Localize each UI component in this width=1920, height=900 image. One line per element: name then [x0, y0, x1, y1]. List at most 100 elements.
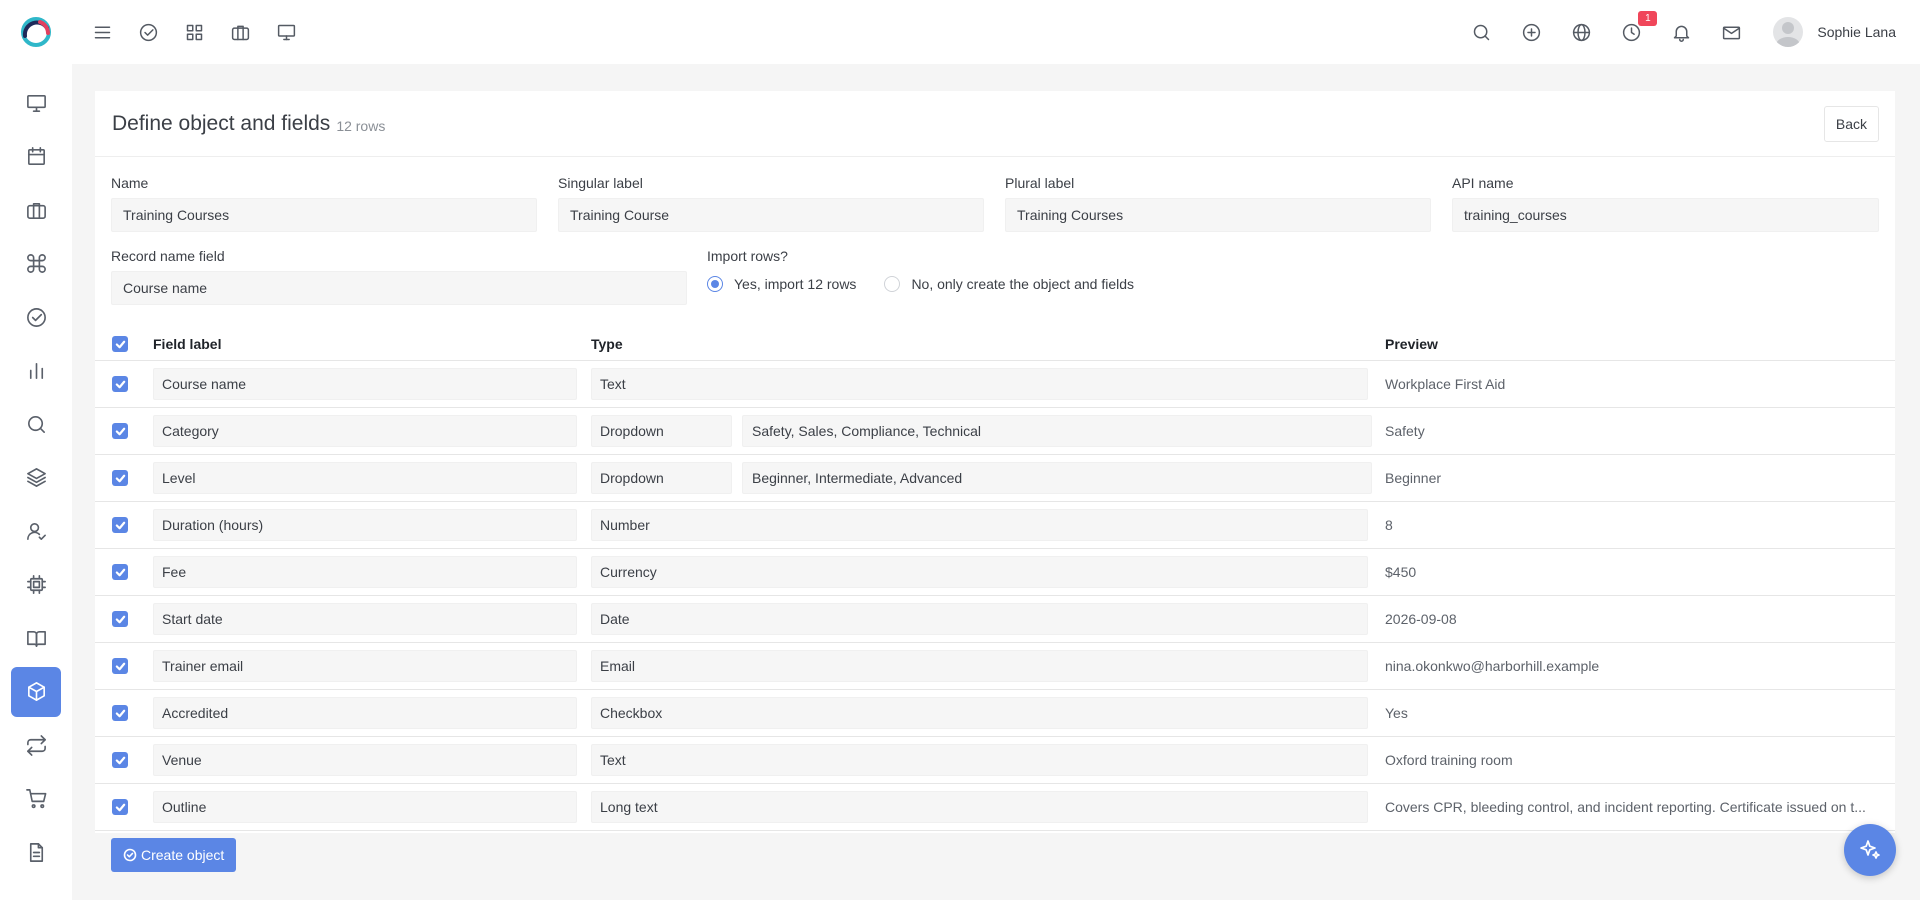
sidebar-item-tasks[interactable] [11, 292, 61, 342]
field-type-select[interactable]: Checkbox [591, 697, 1368, 729]
field-include-checkbox[interactable] [112, 752, 128, 768]
sidebar-item-cpu[interactable] [11, 560, 61, 610]
table-row: Course name Text Workplace First Aid [95, 361, 1895, 408]
import-yes-label[interactable]: Yes, import 12 rows [734, 276, 856, 292]
create-object-label: Create object [141, 847, 225, 863]
menu-icon[interactable] [90, 20, 114, 44]
sidebar-item-files[interactable] [11, 827, 61, 877]
row-count: 12 rows [336, 117, 386, 134]
field-type-select[interactable]: Date [591, 603, 1368, 635]
plus-circle-icon[interactable] [1519, 20, 1543, 44]
file-text-icon [29, 842, 43, 862]
field-preview: Oxford training room [1385, 737, 1885, 783]
import-no-label[interactable]: No, only create the object and fields [911, 276, 1134, 292]
bar-chart-icon [29, 362, 43, 379]
sidebar-item-command[interactable] [11, 239, 61, 289]
field-label-input[interactable]: Outline [153, 791, 577, 823]
field-include-checkbox[interactable] [112, 705, 128, 721]
field-include-checkbox[interactable] [112, 423, 128, 439]
cpu-icon [26, 575, 46, 594]
field-label-input[interactable]: Level [153, 462, 577, 494]
sidebar-item-cart[interactable] [11, 774, 61, 824]
field-preview: Beginner [1385, 455, 1885, 501]
sidebar-item-reports[interactable] [11, 346, 61, 396]
field-include-checkbox[interactable] [112, 564, 128, 580]
field-include-checkbox[interactable] [112, 611, 128, 627]
sidebar-item-calendar[interactable] [11, 132, 61, 182]
sidebar-item-layers[interactable] [11, 453, 61, 503]
grid-icon[interactable] [182, 20, 206, 44]
import-yes-radio[interactable] [707, 276, 723, 292]
field-preview-value: 2026-09-08 [1385, 611, 1457, 627]
check-icon [115, 615, 125, 623]
logo-icon [21, 17, 51, 47]
field-include-checkbox[interactable] [112, 799, 128, 815]
field-include-checkbox[interactable] [112, 658, 128, 674]
avatar[interactable] [1773, 17, 1804, 47]
select-all-checkbox[interactable] [112, 336, 128, 352]
sidebar-item-objects[interactable] [11, 666, 61, 717]
check-circle-icon[interactable] [136, 20, 160, 44]
sidebar-item-users[interactable] [11, 506, 61, 556]
mail-icon[interactable] [1719, 20, 1743, 44]
field-type-select[interactable]: Dropdown [591, 462, 732, 494]
monitor-icon[interactable] [274, 20, 298, 44]
field-label-input[interactable]: Start date [153, 603, 577, 635]
sidebar-item-monitor[interactable] [11, 78, 61, 128]
field-label-input[interactable]: Accredited [153, 697, 577, 729]
app-logo[interactable] [0, 0, 72, 64]
import-label: Import rows? [707, 248, 788, 264]
field-label-input[interactable]: Duration (hours) [153, 509, 577, 541]
create-object-button[interactable]: Create object [111, 838, 237, 872]
field-label-input[interactable]: Trainer email [153, 650, 577, 682]
record-name-field-group: Record name field Course name [111, 248, 687, 305]
singular-input[interactable]: Training Course [558, 198, 984, 232]
search-icon[interactable] [1469, 20, 1493, 44]
field-label-input[interactable]: Category [153, 415, 577, 447]
repeat-icon [26, 734, 46, 756]
back-button[interactable]: Back [1823, 106, 1879, 142]
ai-assistant-button[interactable] [1844, 824, 1896, 876]
field-preview-value: Beginner [1385, 470, 1442, 486]
field-include-checkbox[interactable] [112, 470, 128, 486]
define-object-card: Define object and fields 12 rows Back Na… [95, 91, 1895, 881]
plural-input[interactable]: Training Courses [1005, 198, 1431, 232]
user-check-icon [26, 522, 46, 540]
field-label-input[interactable]: Course name [153, 368, 577, 400]
field-include-checkbox[interactable] [112, 376, 128, 392]
bell-icon[interactable] [1669, 20, 1693, 44]
field-label-input[interactable]: Venue [153, 744, 577, 776]
field-preview: $450 [1385, 549, 1885, 595]
field-type-select[interactable]: Email [591, 650, 1368, 682]
api-field-group: API name training_courses [1452, 175, 1879, 232]
sidebar-item-briefcase[interactable] [11, 185, 61, 235]
globe-icon[interactable] [1569, 20, 1593, 44]
field-type-select[interactable]: Currency [591, 556, 1368, 588]
import-no-radio[interactable] [884, 276, 901, 292]
record-name-select[interactable]: Course name [111, 271, 687, 305]
field-type-select[interactable]: Text [591, 368, 1368, 400]
table-header: Field label Type Preview [95, 327, 1895, 361]
user-name: Sophie Lana [1817, 24, 1896, 40]
field-preview: Workplace First Aid [1385, 361, 1885, 407]
api-input[interactable]: training_courses [1452, 198, 1879, 232]
field-label-input[interactable]: Fee [153, 556, 577, 588]
col-header-preview: Preview [1385, 335, 1438, 352]
user-menu[interactable]: Sophie Lana [1773, 17, 1896, 47]
field-type-select[interactable]: Text [591, 744, 1368, 776]
field-type-select[interactable]: Number [591, 509, 1368, 541]
book-open-icon [26, 630, 46, 647]
briefcase-icon[interactable] [228, 20, 252, 44]
field-type-select[interactable]: Dropdown [591, 415, 732, 447]
dropdown-options-input[interactable]: Safety, Sales, Compliance, Technical [742, 415, 1372, 447]
sidebar-item-search[interactable] [11, 399, 61, 449]
table-row: Start date Date 2026-09-08 [95, 596, 1895, 643]
field-type-select[interactable]: Long text [591, 791, 1368, 823]
field-include-checkbox[interactable] [112, 517, 128, 533]
sidebar-item-sync[interactable] [11, 720, 61, 770]
field-preview-value: Yes [1385, 705, 1408, 721]
sidebar-item-docs[interactable] [11, 613, 61, 663]
name-input[interactable]: Training Courses [111, 198, 537, 232]
dropdown-options-input[interactable]: Beginner, Intermediate, Advanced [742, 462, 1372, 494]
clock-icon[interactable]: 1 [1619, 11, 1658, 44]
